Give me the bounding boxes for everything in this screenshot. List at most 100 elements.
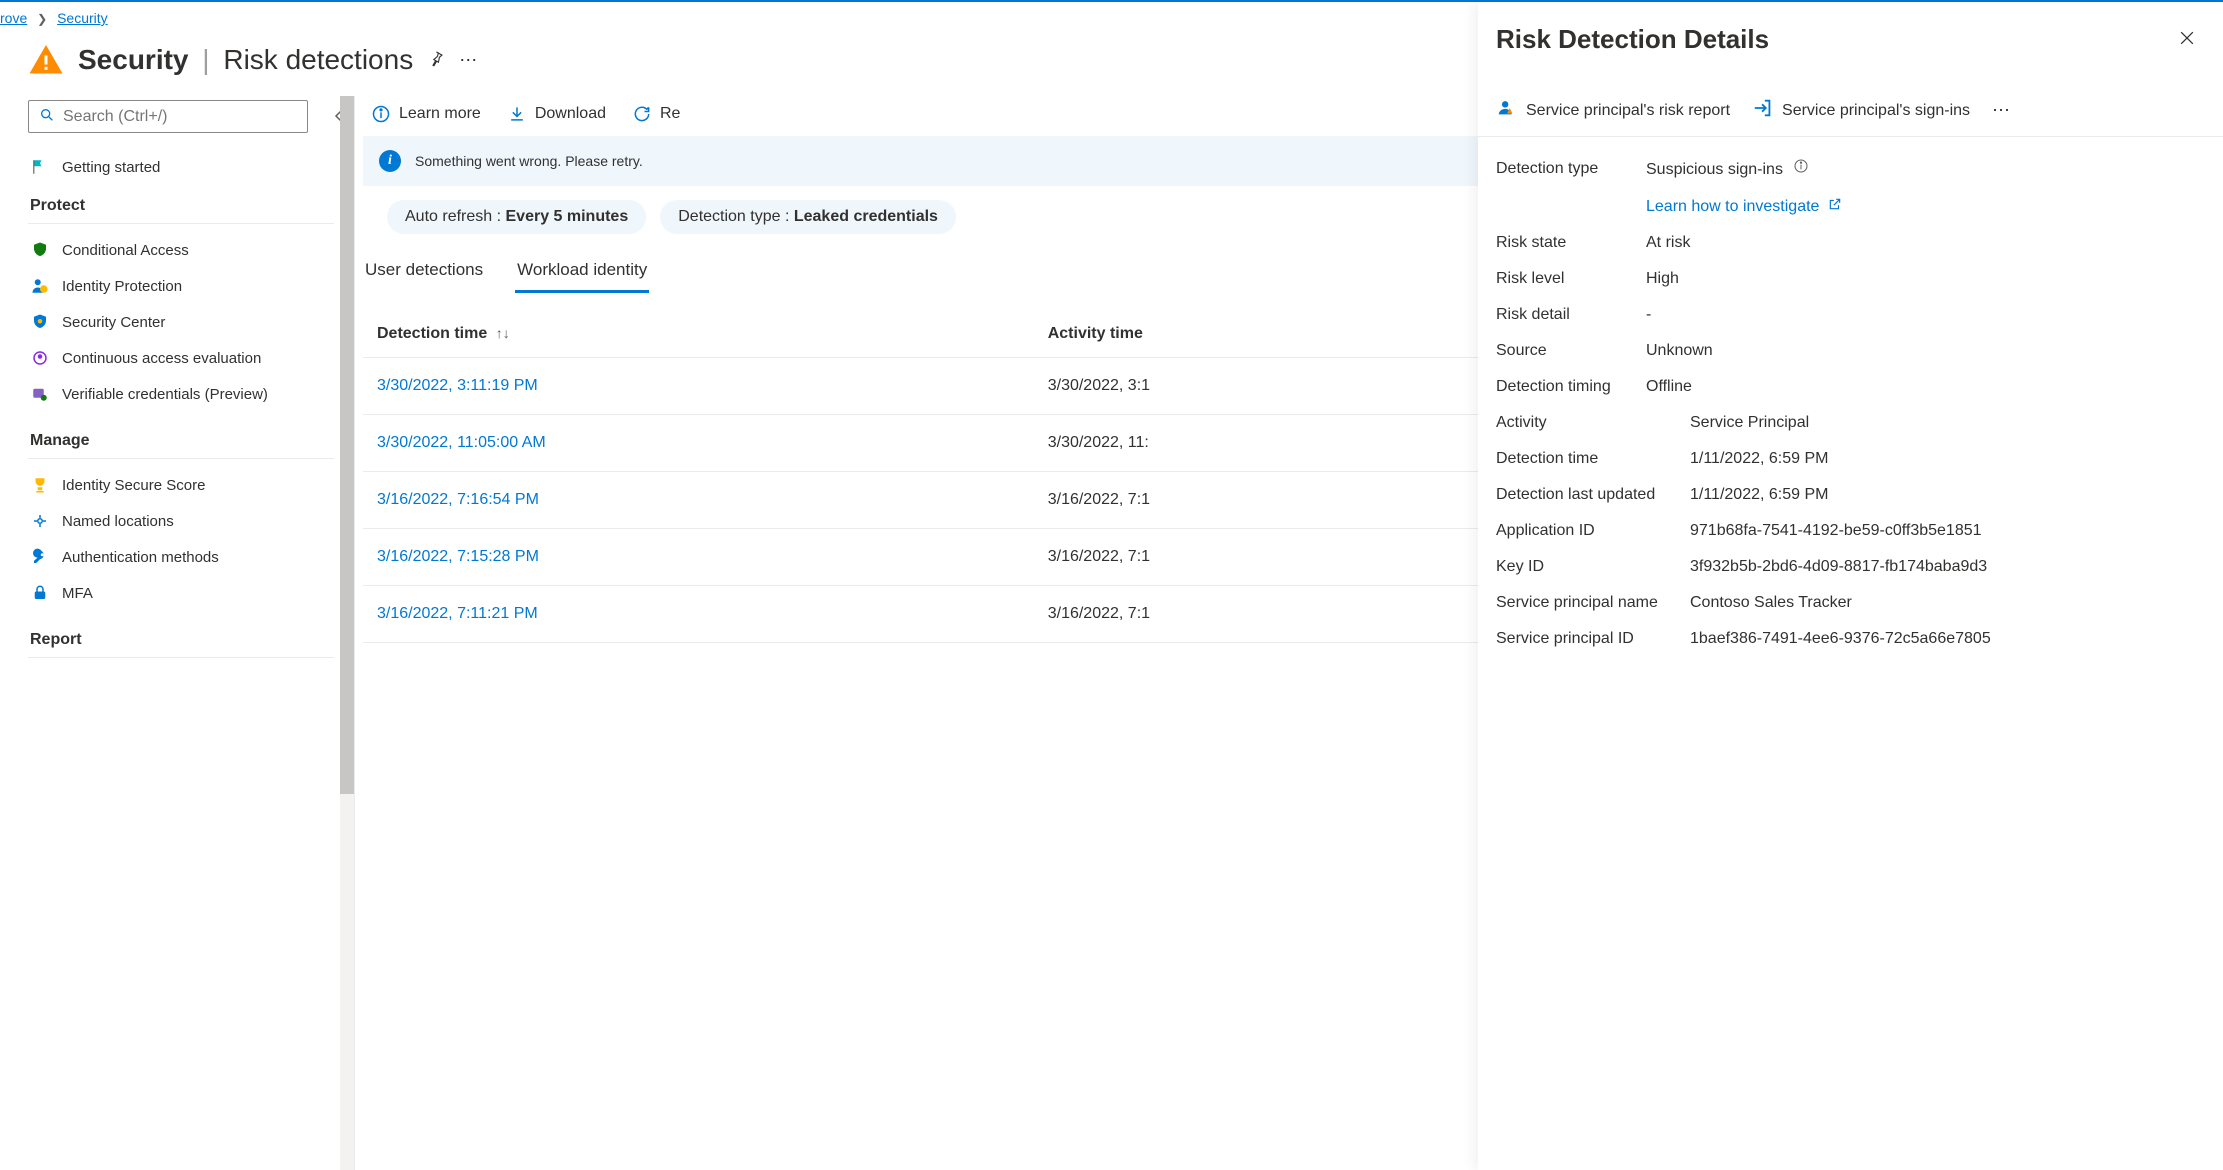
source-label: Source	[1496, 342, 1646, 360]
card-icon	[30, 385, 50, 403]
signins-button[interactable]: Service principal's sign-ins	[1752, 97, 1970, 124]
tab-workload-identity[interactable]: Workload identity	[515, 254, 649, 293]
key-id-value: 3f932b5b-2bd6-4d09-8817-fb174baba9d3	[1690, 558, 1987, 576]
table-header-activity-time[interactable]: Activity time	[1034, 311, 1478, 358]
sidebar-divider	[28, 458, 334, 459]
filter-pill-value: Leaked credentials	[794, 208, 938, 225]
sp-id-value: 1baef386-7491-4ee6-9376-72c5a66e7805	[1690, 630, 1991, 648]
sidebar-item-named-locations[interactable]: Named locations	[28, 503, 334, 539]
refresh-button[interactable]: Re	[632, 104, 680, 124]
investigate-link[interactable]: Learn how to investigate	[1646, 198, 1842, 215]
info-icon: i	[379, 150, 401, 172]
table-row[interactable]: 3/30/2022, 3:11:19 PM 3/30/2022, 3:1	[363, 358, 1478, 415]
lock-icon	[30, 584, 50, 602]
sidebar-label-auth-methods: Authentication methods	[62, 549, 219, 566]
dt-label: Detection time	[1496, 450, 1690, 468]
sidebar-item-mfa[interactable]: MFA	[28, 575, 334, 611]
page-title-main: Security	[78, 44, 189, 75]
filter-pill-label: Auto refresh :	[405, 208, 506, 225]
sidebar-item-identity-protection[interactable]: Identity Protection	[28, 268, 334, 304]
sidebar-section-report: Report	[30, 631, 334, 649]
detection-type-label: Detection type	[1496, 160, 1646, 178]
scrollbar-thumb[interactable]	[340, 96, 354, 794]
breadcrumb-prev[interactable]: rove	[0, 10, 27, 26]
external-link-icon	[1828, 198, 1842, 215]
dt-value: 1/11/2022, 6:59 PM	[1690, 450, 1828, 468]
search-field[interactable]	[63, 108, 297, 126]
close-icon[interactable]	[2177, 28, 2197, 51]
risk-level-label: Risk level	[1496, 270, 1646, 288]
main-content: Learn more Download Re i Something went …	[355, 96, 1478, 1170]
app-id-label: Application ID	[1496, 522, 1690, 540]
filter-pills: Auto refresh : Every 5 minutes Detection…	[387, 200, 1478, 234]
error-banner: i Something went wrong. Please retry.	[363, 136, 1478, 186]
learn-more-button[interactable]: Learn more	[371, 104, 481, 124]
app-id-value: 971b68fa-7541-4192-be59-c0ff3b5e1851	[1690, 522, 1982, 540]
activity-time-value: 3/16/2022, 7:1	[1034, 529, 1478, 586]
search-icon	[39, 107, 55, 126]
page-title-divider: |	[202, 44, 209, 75]
sidebar-scrollbar[interactable]	[340, 96, 354, 1170]
sidebar-divider	[28, 223, 334, 224]
sidebar-label-getting-started: Getting started	[62, 159, 160, 176]
location-icon	[30, 512, 50, 530]
key-icon	[30, 548, 50, 566]
sidebar-label-identity-protection: Identity Protection	[62, 278, 182, 295]
details-pane: Risk Detection Details Service principal…	[1478, 2, 2223, 1170]
sp-id-label: Service principal ID	[1496, 630, 1690, 648]
sidebar-label-continuous-access: Continuous access evaluation	[62, 350, 261, 367]
activity-time-value: 3/30/2022, 11:	[1034, 415, 1478, 472]
sidebar-label-verifiable-credentials: Verifiable credentials (Preview)	[62, 386, 268, 403]
pin-icon[interactable]	[427, 50, 445, 71]
breadcrumb-current[interactable]: Security	[57, 10, 108, 26]
sidebar-item-getting-started[interactable]: Getting started	[28, 149, 334, 185]
filter-pill-detection-type[interactable]: Detection type : Leaked credentials	[660, 200, 956, 234]
info-outline-icon[interactable]	[1793, 158, 1809, 174]
table-header-detection-time[interactable]: Detection time ↑↓	[363, 311, 1034, 358]
sidebar-item-verifiable-credentials[interactable]: Verifiable credentials (Preview)	[28, 376, 334, 412]
sidebar-item-security-center[interactable]: Security Center	[28, 304, 334, 340]
detection-time-link[interactable]: 3/16/2022, 7:15:28 PM	[377, 548, 539, 565]
filter-pill-value: Every 5 minutes	[506, 208, 629, 225]
warning-triangle-icon	[28, 42, 64, 78]
risk-detail-value: -	[1646, 306, 1651, 324]
table-row[interactable]: 3/16/2022, 7:11:21 PM 3/16/2022, 7:1	[363, 586, 1478, 643]
detection-time-link[interactable]: 3/16/2022, 7:16:54 PM	[377, 491, 539, 508]
search-input[interactable]	[28, 100, 308, 133]
more-icon[interactable]: ⋯	[1992, 100, 2012, 121]
detection-time-link[interactable]: 3/30/2022, 3:11:19 PM	[377, 377, 538, 394]
tab-user-detections[interactable]: User detections	[363, 254, 485, 293]
detection-time-link[interactable]: 3/16/2022, 7:11:21 PM	[377, 605, 538, 622]
dlu-label: Detection last updated	[1496, 486, 1690, 504]
activity-time-value: 3/16/2022, 7:1	[1034, 586, 1478, 643]
sp-name-label: Service principal name	[1496, 594, 1690, 612]
sidebar-item-identity-secure-score[interactable]: Identity Secure Score	[28, 467, 334, 503]
risk-level-value: High	[1646, 270, 1679, 288]
details-command-bar: Service principal's risk report Service …	[1478, 91, 2223, 137]
flag-icon	[30, 158, 50, 176]
page-title-sub: Risk detections	[223, 44, 413, 75]
signins-label: Service principal's sign-ins	[1782, 102, 1970, 120]
sidebar-label-security-center: Security Center	[62, 314, 165, 331]
refresh-person-icon	[30, 349, 50, 367]
sidebar-item-auth-methods[interactable]: Authentication methods	[28, 539, 334, 575]
refresh-label: Re	[660, 105, 680, 123]
sidebar-section-protect: Protect	[30, 197, 334, 215]
source-value: Unknown	[1646, 342, 1713, 360]
filter-pill-auto-refresh[interactable]: Auto refresh : Every 5 minutes	[387, 200, 646, 234]
filter-pill-label: Detection type :	[678, 208, 794, 225]
table-row[interactable]: 3/30/2022, 11:05:00 AM 3/30/2022, 11:	[363, 415, 1478, 472]
sidebar-label-named-locations: Named locations	[62, 513, 174, 530]
download-button[interactable]: Download	[507, 104, 606, 124]
table-row[interactable]: 3/16/2022, 7:16:54 PM 3/16/2022, 7:1	[363, 472, 1478, 529]
detection-time-link[interactable]: 3/30/2022, 11:05:00 AM	[377, 434, 546, 451]
table-header-label: Detection time	[377, 325, 487, 342]
table-row[interactable]: 3/16/2022, 7:15:28 PM 3/16/2022, 7:1	[363, 529, 1478, 586]
risk-report-button[interactable]: Service principal's risk report	[1496, 97, 1730, 124]
detection-timing-value: Offline	[1646, 378, 1692, 396]
sidebar-item-conditional-access[interactable]: Conditional Access	[28, 232, 334, 268]
sidebar-label-identity-secure-score: Identity Secure Score	[62, 477, 205, 494]
sidebar-item-continuous-access[interactable]: Continuous access evaluation	[28, 340, 334, 376]
sp-name-value: Contoso Sales Tracker	[1690, 594, 1852, 612]
more-icon[interactable]: ⋯	[459, 50, 479, 71]
